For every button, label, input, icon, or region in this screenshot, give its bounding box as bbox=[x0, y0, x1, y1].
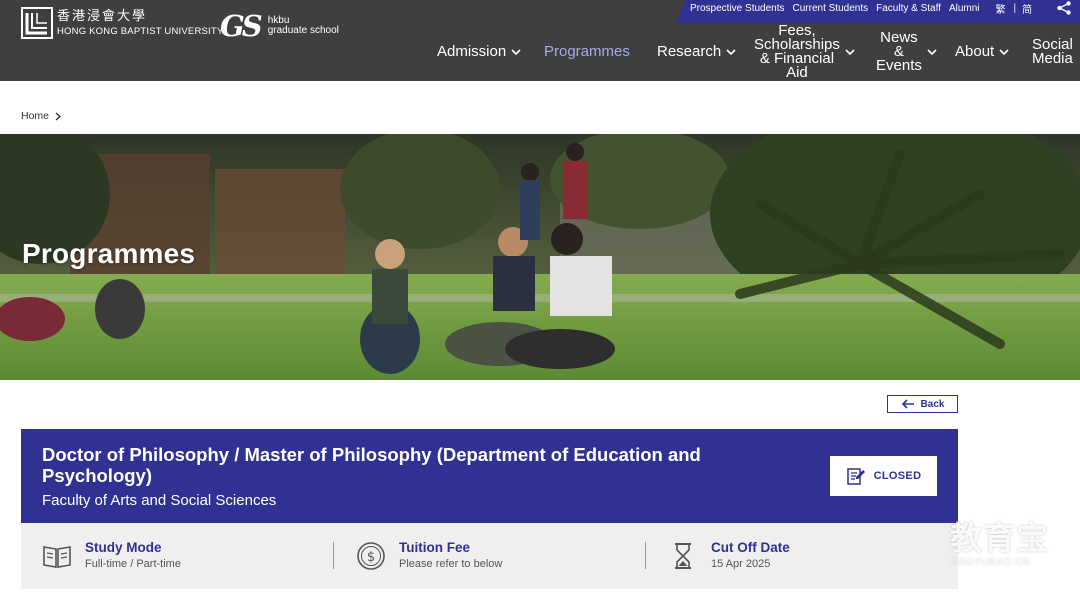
back-button[interactable]: Back bbox=[887, 395, 958, 413]
nav-fees-line4: Aid bbox=[786, 64, 808, 81]
nav-fees[interactable]: Fees, Scholarships & Financial Aid bbox=[754, 23, 855, 81]
arrow-left-icon bbox=[901, 399, 914, 409]
chevron-down-icon bbox=[726, 48, 736, 55]
logo-name-chinese: 香港浸會大學 bbox=[57, 8, 148, 24]
chevron-down-icon bbox=[927, 48, 937, 55]
nav-about-label: About bbox=[955, 43, 995, 60]
info-cut-off-date: Cut Off Date 15 Apr 2025 bbox=[667, 540, 790, 572]
info-tuition-fee: $ Tuition Fee Please refer to below bbox=[355, 540, 502, 572]
info-divider bbox=[333, 542, 334, 569]
nav-news-line3: Events bbox=[876, 57, 922, 74]
application-status-badge: CLOSED bbox=[830, 456, 937, 496]
lang-separator: | bbox=[1013, 3, 1017, 14]
hourglass-icon bbox=[675, 543, 691, 569]
share-icon[interactable] bbox=[1056, 1, 1072, 15]
programme-faculty: Faculty of Arts and Social Sciences bbox=[42, 492, 277, 509]
nav-about[interactable]: About bbox=[955, 43, 1009, 60]
programme-header-card: Doctor of Philosophy / Master of Philoso… bbox=[21, 429, 958, 523]
hkbu-logo[interactable]: 香港浸會大學 HONG KONG BAPTIST UNIVERSITY bbox=[21, 7, 223, 39]
nav-social-media[interactable]: Social Media bbox=[1032, 37, 1073, 67]
breadcrumb: Home bbox=[21, 110, 62, 122]
watermark-chinese: 教育宝 bbox=[950, 519, 1050, 557]
hero-banner: Programmes bbox=[0, 134, 1080, 380]
watermark-logo: 教育宝 JIAOYUBAO.CN bbox=[950, 520, 1062, 572]
svg-text:$: $ bbox=[367, 550, 375, 565]
lang-traditional[interactable]: 繁 bbox=[996, 1, 1006, 16]
nav-programmes-label: Programmes bbox=[544, 43, 630, 60]
breadcrumb-home[interactable]: Home bbox=[21, 110, 49, 122]
gs-monogram: GS bbox=[220, 9, 263, 43]
link-prospective-students[interactable]: Prospective Students bbox=[690, 3, 785, 14]
chevron-down-icon bbox=[999, 48, 1009, 55]
hero-title: Programmes bbox=[22, 238, 196, 269]
nav-programmes[interactable]: Programmes bbox=[544, 43, 630, 60]
watermark-english: JIAOYUBAO.CN bbox=[950, 557, 1031, 568]
lang-simplified[interactable]: 简 bbox=[1022, 1, 1032, 16]
info-study-mode: Study Mode Full-time / Part-time bbox=[41, 540, 181, 572]
status-label: CLOSED bbox=[873, 470, 922, 482]
nav-social-label: Social Media bbox=[1032, 37, 1073, 67]
chevron-right-icon bbox=[55, 111, 62, 121]
link-alumni[interactable]: Alumni bbox=[949, 3, 980, 14]
programme-title: Doctor of Philosophy / Master of Philoso… bbox=[42, 444, 701, 486]
nav-fees-label: Fees, Scholarships & Financial Aid bbox=[754, 23, 840, 81]
form-edit-icon bbox=[846, 468, 865, 485]
dollar-coin-icon: $ bbox=[357, 542, 385, 570]
gs-line-graduate-school: graduate school bbox=[267, 25, 339, 36]
nav-social-line2: Media bbox=[1032, 50, 1073, 67]
back-button-label: Back bbox=[920, 398, 945, 410]
nav-research-label: Research bbox=[657, 43, 722, 60]
graduate-school-logo[interactable]: GS hkbu graduate school bbox=[220, 9, 339, 43]
logo-name-english: HONG KONG BAPTIST UNIVERSITY bbox=[57, 25, 224, 37]
info-divider bbox=[645, 542, 646, 569]
cut-off-date-value: 15 Apr 2025 bbox=[711, 558, 771, 570]
site-header: Prospective Students Current Students Fa… bbox=[0, 0, 1080, 81]
utility-links: Prospective Students Current Students Fa… bbox=[690, 0, 1040, 17]
tuition-fee-value: Please refer to below bbox=[399, 558, 503, 570]
study-mode-value: Full-time / Part-time bbox=[85, 558, 181, 570]
link-current-students[interactable]: Current Students bbox=[793, 3, 869, 14]
tuition-fee-label: Tuition Fee bbox=[399, 540, 470, 555]
nav-news-label: News & Events bbox=[876, 30, 922, 74]
chevron-down-icon bbox=[845, 48, 855, 55]
nav-research[interactable]: Research bbox=[657, 43, 736, 60]
hkbu-crest-icon bbox=[21, 7, 53, 39]
chevron-down-icon bbox=[511, 48, 521, 55]
book-icon bbox=[43, 546, 71, 568]
link-faculty-staff[interactable]: Faculty & Staff bbox=[876, 3, 941, 14]
nav-news-events[interactable]: News & Events bbox=[876, 30, 937, 74]
nav-admission[interactable]: Admission bbox=[437, 43, 521, 60]
programme-info-strip: Study Mode Full-time / Part-time $ Tuiti… bbox=[21, 523, 958, 589]
cut-off-date-label: Cut Off Date bbox=[711, 540, 790, 555]
nav-admission-label: Admission bbox=[437, 43, 507, 60]
study-mode-label: Study Mode bbox=[85, 540, 162, 555]
